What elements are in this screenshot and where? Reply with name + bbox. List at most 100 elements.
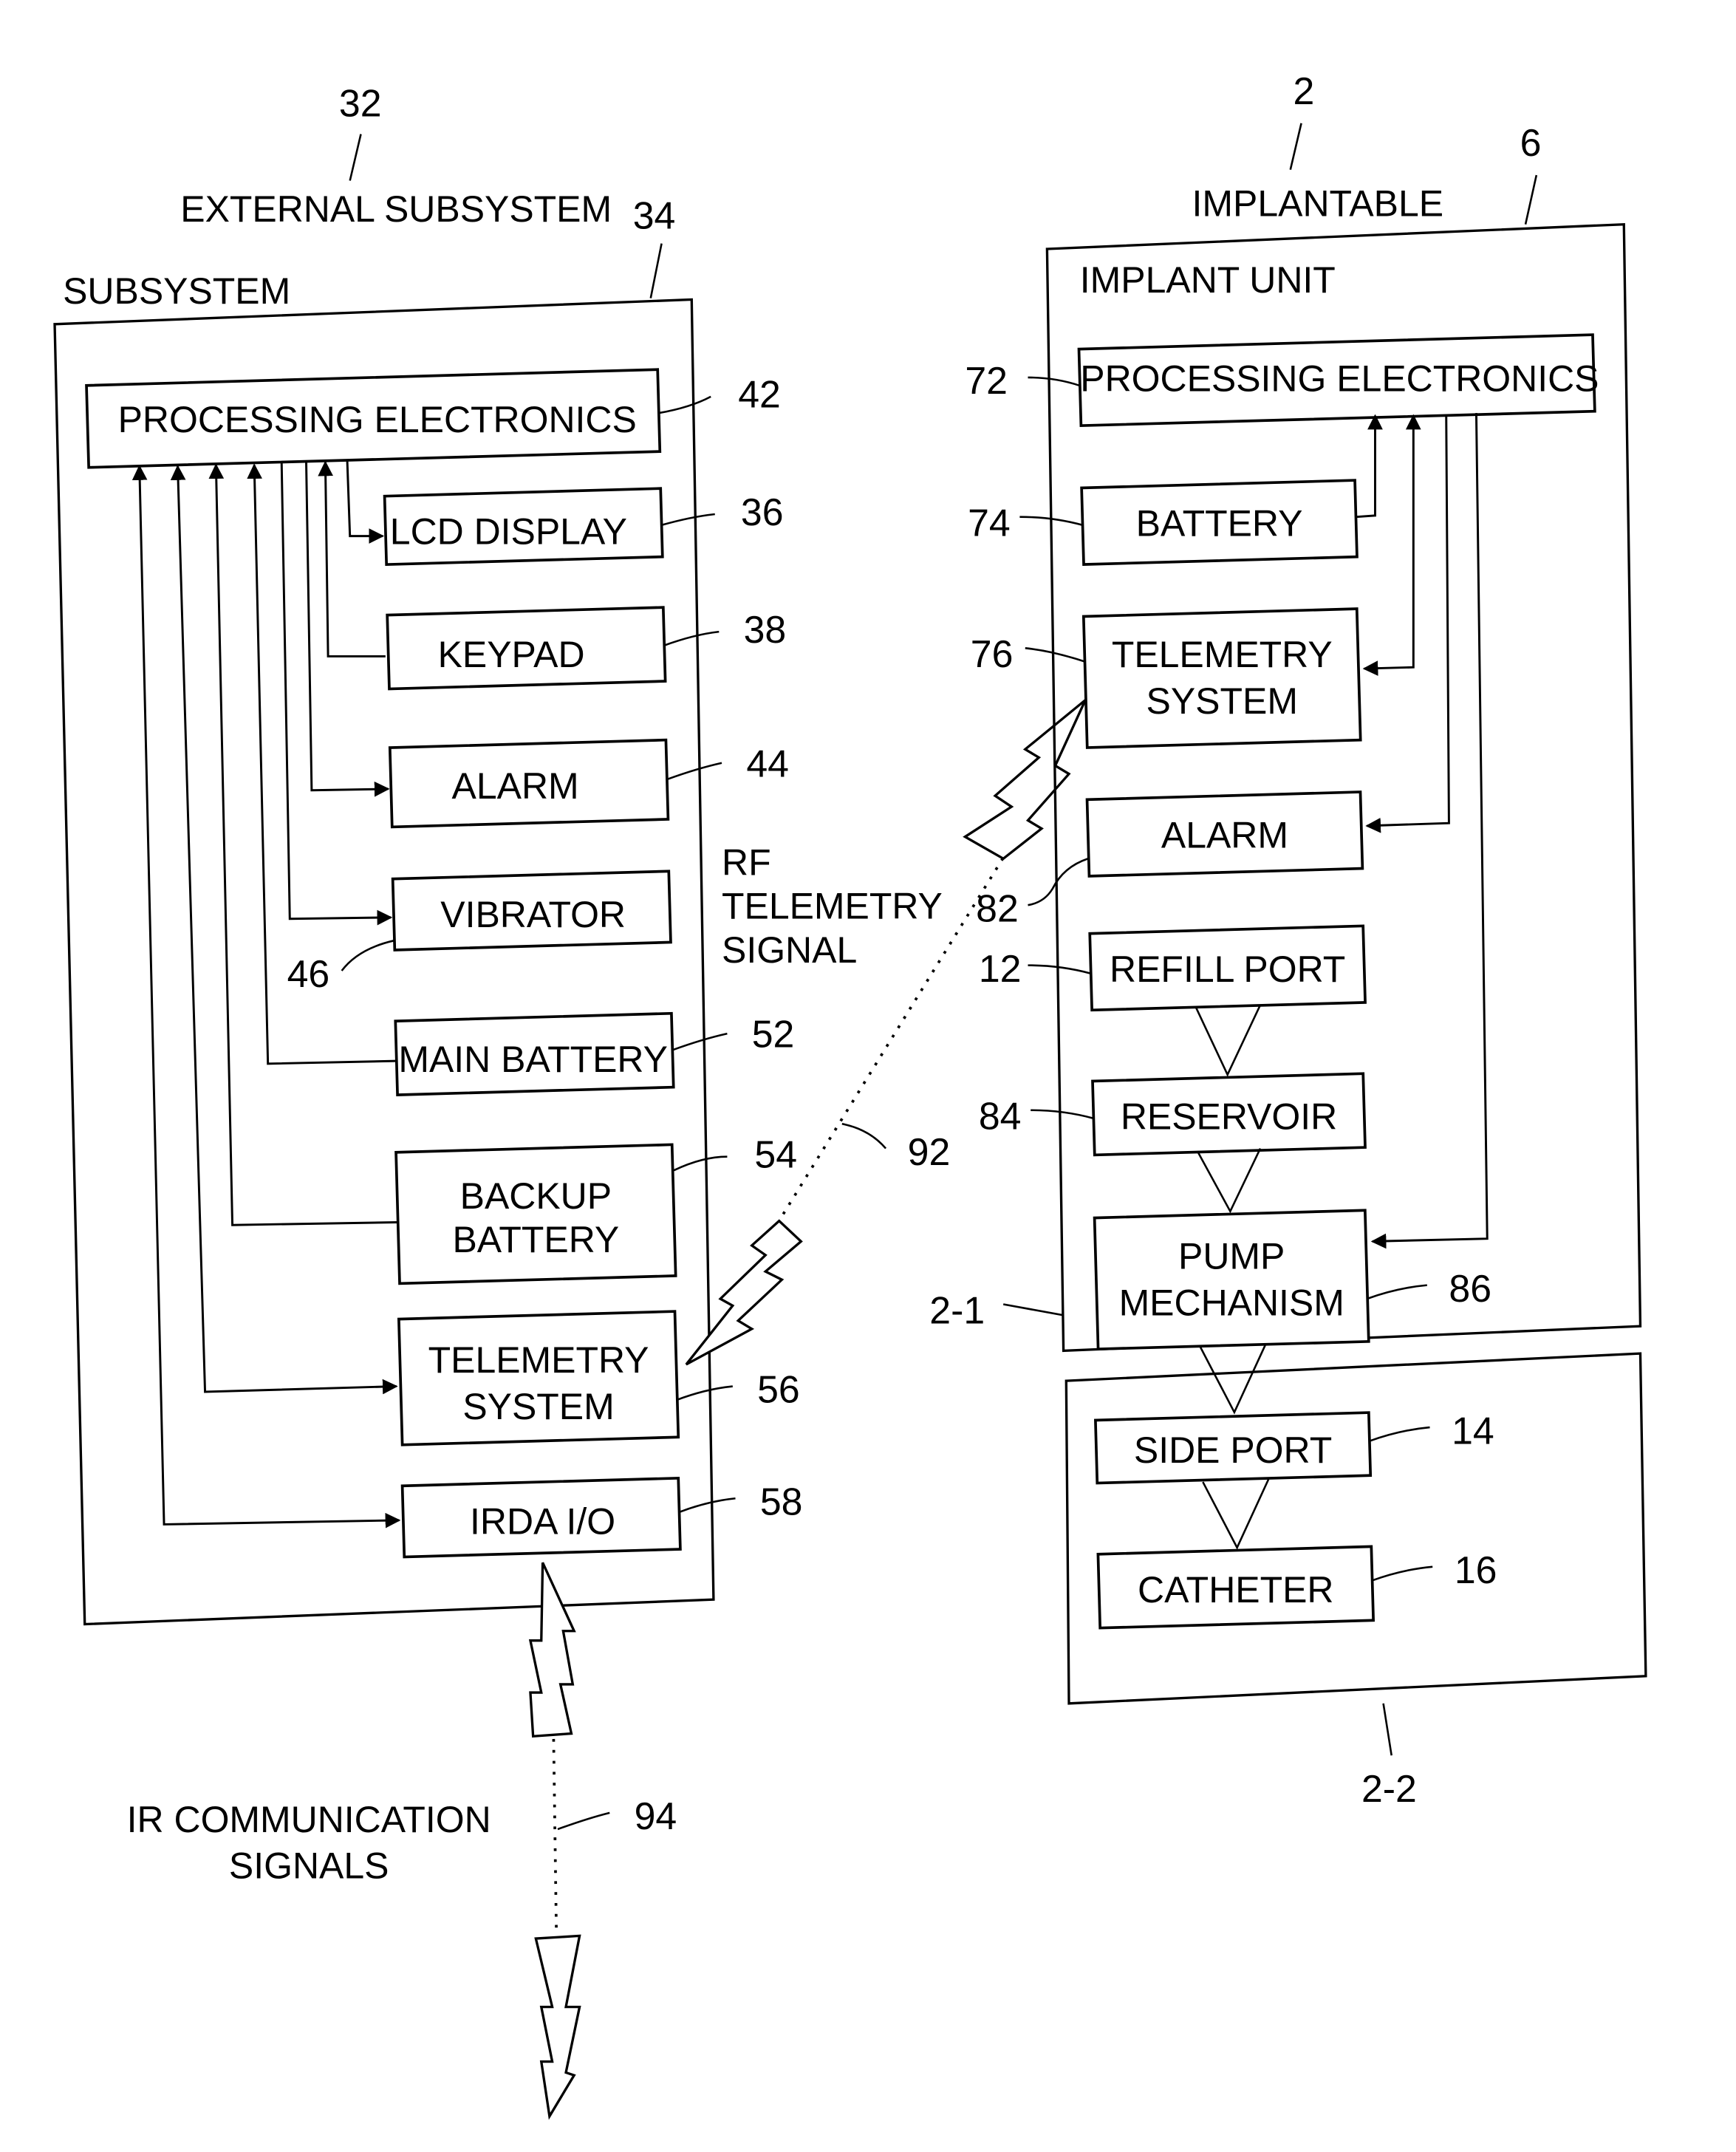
block-battery-74: BATTERY 74 (968, 479, 1359, 566)
wire-telemetry-bidirectional-implant (1362, 414, 1421, 676)
block-telemetry-system-76: TELEMETRY SYSTEM 76 (971, 607, 1362, 749)
block-processing-electronics-72: PROCESSING ELECTRONICS 72 (965, 333, 1599, 428)
ref-2-2: 2-2 (1361, 1767, 1417, 1810)
implant-bus-wires (1356, 413, 1489, 1249)
ref-36: 36 (741, 491, 784, 533)
pump-label-line2: MECHANISM (1119, 1282, 1344, 1323)
leader-92 (841, 1122, 887, 1150)
ref-94: 94 (635, 1794, 677, 1837)
block-processing-electronics-42: PROCESSING ELECTRONICS 42 (85, 368, 781, 469)
pump-mechanism-box (1093, 1209, 1370, 1351)
block-alarm-44: ALARM 44 (388, 738, 789, 829)
ref-84: 84 (979, 1095, 1022, 1138)
leader-84 (1031, 1109, 1094, 1120)
block-pump-mechanism-86: PUMP MECHANISM 86 (1093, 1209, 1491, 1351)
ir-signal-label-line1: IR COMMUNICATION (127, 1799, 491, 1840)
telemetry-system-label-line2: SYSTEM (462, 1386, 614, 1427)
leader-56 (676, 1385, 733, 1401)
implant-telemetry-system-box (1081, 607, 1362, 749)
implant-processing-electronics-label: PROCESSING ELECTRONICS (1080, 358, 1599, 399)
block-irda-io-58: IRDA I/O 58 (400, 1476, 803, 1559)
ref-46: 46 (287, 952, 330, 995)
ref-92: 92 (908, 1130, 951, 1173)
flow-pump-to-side-port (1199, 1343, 1267, 1415)
rf-telemetry-signal: RF TELEMETRY SIGNAL 92 (685, 699, 1087, 1366)
leader-76 (1025, 647, 1086, 663)
leader-42 (658, 395, 711, 414)
ref-2-1: 2-1 (929, 1288, 985, 1331)
ref-58: 58 (760, 1480, 803, 1523)
ref-44: 44 (746, 742, 789, 785)
rf-signal-label-line2: TELEMETRY (722, 886, 943, 927)
rf-signal-label-line3: SIGNAL (722, 929, 857, 971)
leader-46 (341, 940, 394, 971)
block-main-battery-52: MAIN BATTERY 52 (394, 1011, 795, 1096)
leader-86 (1366, 1284, 1427, 1300)
leader-2 (1289, 123, 1302, 170)
ir-communication-signals: 94 IR COMMUNICATION SIGNALS (127, 1562, 677, 2120)
ref-56: 56 (757, 1368, 800, 1411)
implant-battery-label: BATTERY (1136, 503, 1303, 544)
catheter-label: CATHETER (1138, 1569, 1334, 1610)
ref-34: 34 (633, 194, 676, 236)
ref-72: 72 (965, 359, 1008, 402)
ir-bolt-lower-icon (534, 1934, 581, 2120)
wire-from-backup-battery (208, 463, 398, 1226)
block-vibrator-46: VIBRATOR 46 (287, 870, 672, 995)
ref-6: 6 (1520, 121, 1542, 164)
leader-72 (1028, 376, 1081, 387)
ref-12: 12 (979, 947, 1022, 990)
implant-unit-label: IMPLANT UNIT (1080, 259, 1336, 301)
leader-36 (661, 513, 715, 527)
leader-94 (557, 1811, 610, 1831)
wire-to-lcd (346, 459, 385, 544)
rf-bolt-external-icon (685, 1219, 803, 1366)
block-keypad-38: KEYPAD 38 (386, 606, 786, 691)
ref-14: 14 (1452, 1409, 1494, 1452)
alarm-label: ALARM (452, 765, 579, 807)
block-diagram: 32 EXTERNAL SUBSYSTEM 34 SUBSYSTEM PROCE… (53, 69, 1647, 2120)
section-2-2-frame (1065, 1352, 1647, 1705)
ref-32: 32 (339, 82, 382, 125)
ref-82: 82 (976, 887, 1019, 929)
ref-42: 42 (738, 373, 781, 416)
implantable-title: IMPLANTABLE (1192, 183, 1444, 225)
flow-reservoir-to-pump (1196, 1148, 1262, 1214)
ir-signal-label-line2: SIGNALS (229, 1845, 389, 1887)
wire-irda-bidirectional (131, 465, 401, 1528)
leader-14 (1369, 1426, 1430, 1442)
leader-54 (673, 1155, 728, 1172)
leader-32 (349, 134, 362, 181)
ref-52: 52 (752, 1013, 795, 1056)
leader-6 (1524, 174, 1538, 225)
leader-52 (671, 1032, 728, 1051)
implant-telemetry-label-line1: TELEMETRY (1112, 634, 1333, 675)
leader-38 (663, 630, 720, 646)
wire-to-implant-alarm (1365, 414, 1450, 833)
ir-signal-path (552, 1738, 558, 1931)
irda-io-label: IRDA I/O (470, 1500, 615, 1542)
refill-port-label: REFILL PORT (1110, 949, 1345, 990)
implant-telemetry-label-line2: SYSTEM (1146, 680, 1298, 722)
main-battery-label: MAIN BATTERY (398, 1039, 668, 1080)
leader-82 (1028, 858, 1089, 906)
external-subsystem-title: EXTERNAL SUBSYSTEM (180, 188, 612, 230)
reservoir-label: RESERVOIR (1121, 1096, 1337, 1138)
telemetry-system-label-line1: TELEMETRY (428, 1339, 649, 1381)
ref-16: 16 (1455, 1548, 1497, 1591)
backup-battery-label-line2: BATTERY (452, 1219, 619, 1260)
subsystem-label: SUBSYSTEM (63, 270, 290, 312)
wire-to-alarm (305, 460, 390, 797)
vibrator-label: VIBRATOR (440, 894, 626, 935)
flow-side-port-to-catheter (1202, 1478, 1270, 1550)
pump-label-line1: PUMP (1178, 1235, 1285, 1277)
leader-2-1 (1002, 1303, 1064, 1316)
backup-battery-label-line1: BACKUP (460, 1175, 612, 1217)
leader-16 (1372, 1565, 1433, 1582)
block-backup-battery-54: BACKUP BATTERY 54 (394, 1133, 797, 1285)
block-refill-port-12: REFILL PORT 12 (979, 924, 1367, 1012)
leader-44 (666, 762, 722, 781)
leader-2-2 (1382, 1703, 1392, 1756)
wire-battery-to-proc-1 (1356, 414, 1383, 519)
processing-electronics-label: PROCESSING ELECTRONICS (118, 399, 637, 440)
